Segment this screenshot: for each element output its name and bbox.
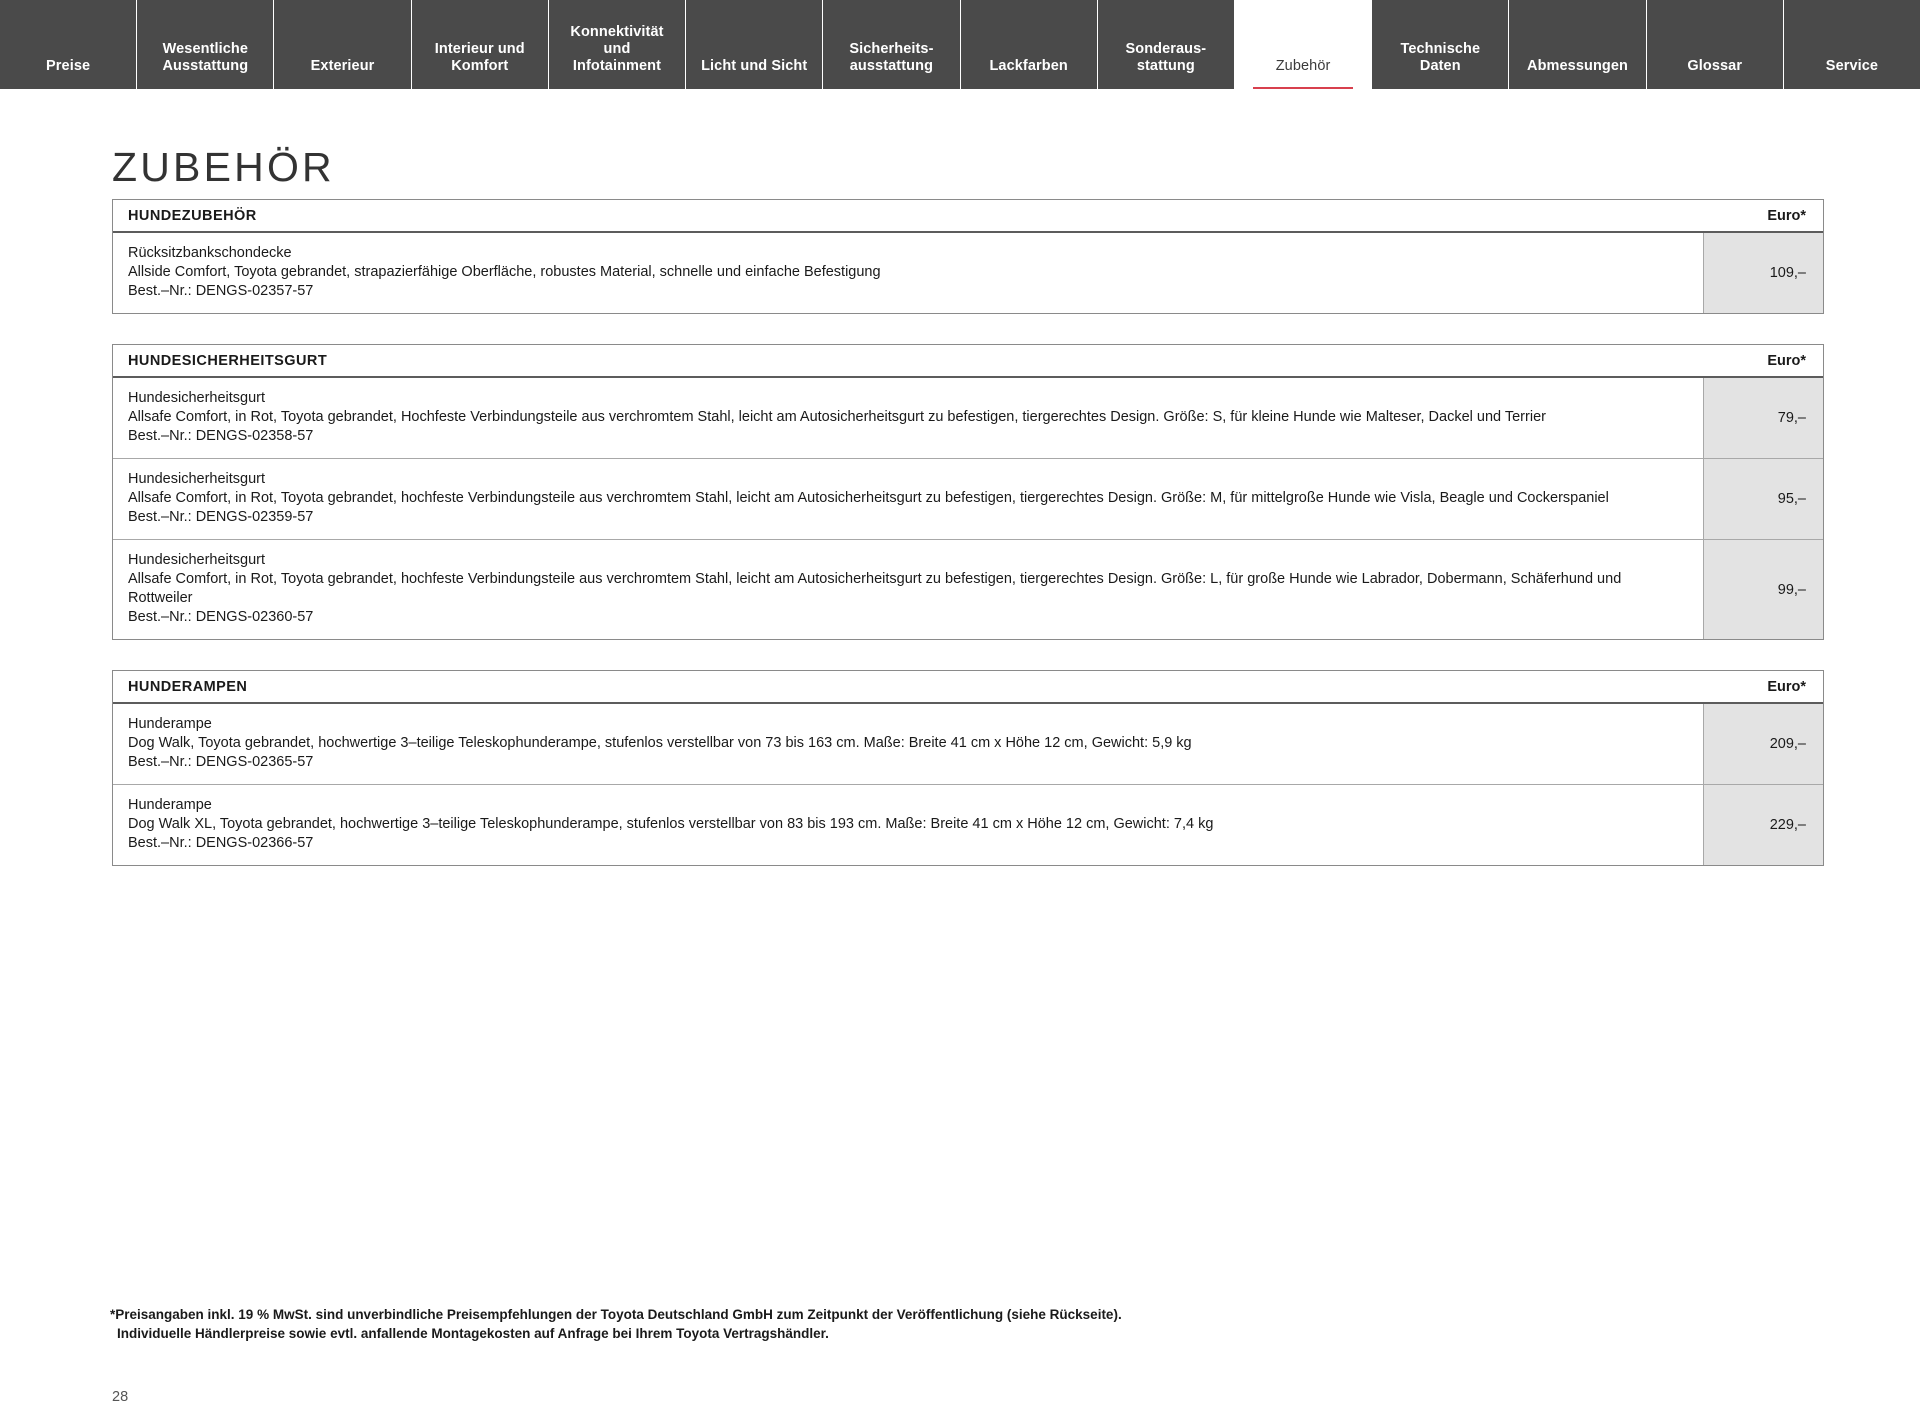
table-row: Hundesicherheitsgurt Allsafe Comfort, in …	[113, 378, 1823, 459]
footnote-line-1: *Preisangaben inkl. 19 % MwSt. sind unve…	[110, 1307, 1122, 1322]
product-description: Allside Comfort, Toyota gebrandet, strap…	[128, 264, 881, 280]
nav-tab-label: Konnektivität und Infotainment	[570, 24, 664, 74]
table-header-category: HUNDERAMPEN	[128, 678, 248, 695]
table-header-row: HUNDEZUBEHÖR Euro*	[113, 200, 1823, 233]
table-header-price: Euro*	[1703, 671, 1823, 702]
product-price: 95,–	[1703, 459, 1823, 539]
nav-tab-label: Technische Daten	[1400, 41, 1481, 74]
footnote-line-2: Individuelle Händlerpreise sowie evtl. a…	[117, 1326, 829, 1341]
nav-tab-8[interactable]: Sonderaus- stattung	[1097, 0, 1235, 89]
product-cell: Hundesicherheitsgurt Allsafe Comfort, in …	[113, 540, 1703, 639]
product-order-number: Best.–Nr.: DENGS-02365-57	[128, 754, 314, 770]
accessory-table: HUNDERAMPEN Euro* Hunderampe Dog Walk, Toyo…	[112, 670, 1824, 866]
product-name: Hundesicherheitsgurt	[128, 471, 266, 487]
table-row: Hundesicherheitsgurt Allsafe Comfort, in …	[113, 540, 1823, 639]
table-header-row: HUNDESICHERHEITSGURT Euro*	[113, 345, 1823, 378]
product-name: Hunderampe	[128, 716, 212, 732]
nav-tab-label: Glossar	[1687, 58, 1743, 74]
table-row: Hundesicherheitsgurt Allsafe Comfort, in …	[113, 459, 1823, 540]
table-row: Hunderampe Dog Walk, Toyota gebrandet, ho…	[113, 704, 1823, 785]
product-description: Allsafe Comfort, in Rot, Toyota gebrande…	[128, 490, 1609, 506]
nav-tab-1[interactable]: Wesentliche Ausstattung	[137, 0, 275, 89]
product-price: 79,–	[1703, 378, 1823, 458]
nav-tab-3[interactable]: Interieur und Komfort	[411, 0, 549, 89]
accessory-table: HUNDESICHERHEITSGURT Euro* Hundesicherheit…	[112, 344, 1824, 640]
product-cell: Rücksitzbankschondecke Allside Comfort, T…	[113, 233, 1703, 313]
product-order-number: Best.–Nr.: DENGS-02357-57	[128, 283, 314, 299]
table-header-price: Euro*	[1703, 200, 1823, 231]
nav-tab-label: Interieur und Komfort	[434, 41, 525, 74]
product-name: Hunderampe	[128, 797, 212, 813]
table-header-category: HUNDEZUBEHÖR	[128, 207, 257, 224]
product-name: Rücksitzbankschondecke	[128, 245, 292, 261]
product-cell: Hundesicherheitsgurt Allsafe Comfort, in …	[113, 378, 1703, 458]
product-order-number: Best.–Nr.: DENGS-02360-57	[128, 609, 314, 625]
accessory-tables-container: HUNDEZUBEHÖR Euro* Rücksitzbankschondecke A…	[112, 199, 1824, 866]
nav-tab-label: Licht und Sicht	[701, 58, 808, 74]
product-cell: Hunderampe Dog Walk XL, Toyota gebrandet,…	[113, 785, 1703, 865]
nav-tab-2[interactable]: Exterieur	[274, 0, 412, 89]
page-body: ZUBEHÖR HUNDEZUBEHÖR Euro* Rücksitzbanksch…	[0, 89, 1920, 1405]
nav-tab-label: Zubehör	[1275, 58, 1331, 74]
table-row: Hunderampe Dog Walk XL, Toyota gebrandet,…	[113, 785, 1823, 865]
nav-tab-label: Wesentliche Ausstattung	[162, 41, 249, 74]
nav-tab-7[interactable]: Lackfarben	[960, 0, 1098, 89]
product-description: Allsafe Comfort, in Rot, Toyota gebrande…	[128, 571, 1622, 606]
nav-tab-11[interactable]: Abmessungen	[1509, 0, 1647, 89]
product-order-number: Best.–Nr.: DENGS-02359-57	[128, 509, 314, 525]
nav-tab-0[interactable]: Preise	[0, 0, 138, 89]
product-price: 209,–	[1703, 704, 1823, 784]
product-name: Hundesicherheitsgurt	[128, 390, 266, 406]
product-description: Allsafe Comfort, in Rot, Toyota gebrande…	[128, 409, 1546, 425]
page-title: ZUBEHÖR	[112, 144, 335, 191]
nav-tab-6[interactable]: Sicherheits- ausstattung	[823, 0, 961, 89]
product-price: 99,–	[1703, 540, 1823, 639]
nav-tab-label: Abmessungen	[1527, 58, 1629, 74]
product-cell: Hunderampe Dog Walk, Toyota gebrandet, ho…	[113, 704, 1703, 784]
product-cell: Hundesicherheitsgurt Allsafe Comfort, in …	[113, 459, 1703, 539]
accessory-table: HUNDEZUBEHÖR Euro* Rücksitzbankschondecke A…	[112, 199, 1824, 314]
table-header-row: HUNDERAMPEN Euro*	[113, 671, 1823, 704]
nav-tab-label: Sonderaus- stattung	[1125, 41, 1207, 74]
nav-tab-5[interactable]: Licht und Sicht	[686, 0, 824, 89]
product-order-number: Best.–Nr.: DENGS-02358-57	[128, 428, 314, 444]
nav-tab-label: Lackfarben	[989, 58, 1068, 74]
product-price: 229,–	[1703, 785, 1823, 865]
nav-tab-label: Service	[1825, 58, 1879, 74]
nav-tab-10[interactable]: Technische Daten	[1372, 0, 1510, 89]
nav-tab-label: Preise	[46, 58, 91, 74]
nav-tab-4[interactable]: Konnektivität und Infotainment	[548, 0, 687, 89]
product-description: Dog Walk, Toyota gebrandet, hochwertige …	[128, 735, 1192, 751]
nav-tab-label: Sicherheits- ausstattung	[849, 41, 934, 74]
table-header-category: HUNDESICHERHEITSGURT	[128, 352, 328, 369]
footnote: *Preisangaben inkl. 19 % MwSt. sind unve…	[110, 1305, 1610, 1343]
product-price: 109,–	[1703, 233, 1823, 313]
product-name: Hundesicherheitsgurt	[128, 552, 266, 568]
nav-tab-9[interactable]: Zubehör	[1234, 0, 1373, 89]
product-order-number: Best.–Nr.: DENGS-02366-57	[128, 835, 314, 851]
main-navigation: Preise Wesentliche Ausstattung Exterieur In…	[0, 0, 1920, 89]
product-description: Dog Walk XL, Toyota gebrandet, hochwerti…	[128, 816, 1214, 832]
table-header-price: Euro*	[1703, 345, 1823, 376]
page-number: 28	[112, 1389, 129, 1405]
nav-tab-12[interactable]: Glossar	[1646, 0, 1784, 89]
nav-tab-label: Exterieur	[310, 58, 375, 74]
table-row: Rücksitzbankschondecke Allside Comfort, T…	[113, 233, 1823, 313]
nav-tab-13[interactable]: Service	[1783, 0, 1920, 89]
